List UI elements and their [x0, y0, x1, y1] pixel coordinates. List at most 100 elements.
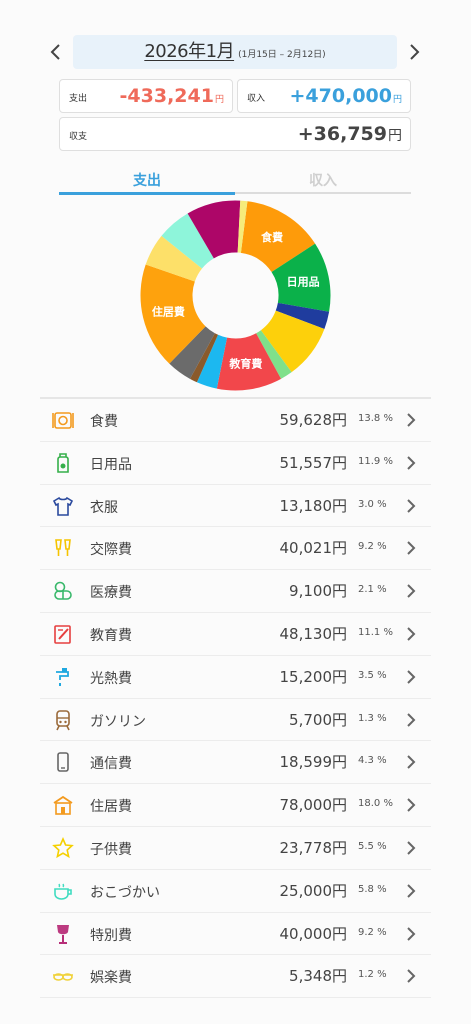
- category-name: 医療費: [90, 585, 132, 602]
- chevron-right-icon[interactable]: [405, 712, 417, 728]
- balance-amount: +36,759: [297, 123, 387, 145]
- category-name: 住居費: [90, 799, 132, 816]
- balance-value: +36,759円: [298, 123, 402, 145]
- notebook-pencil-icon: [52, 623, 74, 645]
- category-percent: 1.3 %: [358, 712, 387, 724]
- chevron-right-icon[interactable]: [405, 498, 417, 514]
- chevron-right-icon[interactable]: [405, 412, 417, 428]
- chevron-right-icon[interactable]: [405, 626, 417, 642]
- category-amount: 40,000円: [279, 924, 348, 943]
- category-amount: 9,100円: [289, 582, 347, 601]
- category-row[interactable]: 通信費 18,599円 4.3 %: [40, 741, 431, 785]
- income-unit: 円: [392, 95, 402, 105]
- month-selector[interactable]: 2026年1月 (1月15日 – 2月12日): [73, 35, 397, 69]
- income-value: +470,000円: [290, 85, 402, 107]
- category-row[interactable]: 光熱費 15,200円 3.5 %: [40, 656, 431, 699]
- category-row[interactable]: 食費 59,628円 13.8 %: [40, 399, 431, 442]
- category-row[interactable]: 娯楽費 5,348円 1.2 %: [40, 955, 431, 999]
- chevron-right-icon[interactable]: [405, 926, 417, 942]
- category-percent: 5.8 %: [358, 883, 387, 895]
- chevron-right-icon[interactable]: [405, 754, 417, 770]
- income-label: 収入: [247, 94, 266, 104]
- expense-donut-chart: 食費日用品教育費 住居費: [140, 200, 331, 391]
- chevron-right-icon[interactable]: [405, 883, 417, 899]
- next-month-button[interactable]: [404, 41, 424, 63]
- category-name: 娯楽費: [90, 970, 132, 987]
- category-row[interactable]: 教育費 48,130円 11.1 %: [40, 613, 431, 656]
- balance-label: 収支: [69, 132, 88, 142]
- category-percent: 11.1 %: [358, 626, 393, 638]
- category-amount: 51,557円: [279, 453, 348, 472]
- category-row[interactable]: 住居費 78,000円 18.0 %: [40, 784, 431, 827]
- category-amount: 5,700円: [289, 710, 347, 729]
- category-row[interactable]: 子供費 23,778円 5.5 %: [40, 827, 431, 870]
- category-amount: 5,348円: [289, 967, 347, 986]
- category-percent: 5.5 %: [358, 840, 387, 852]
- cheers-icon: [52, 537, 74, 559]
- income-summary: 収入 +470,000円: [237, 79, 411, 113]
- category-name: おこづかい: [90, 884, 160, 901]
- chevron-right-icon[interactable]: [405, 540, 417, 556]
- coffee-cup-icon: [52, 880, 74, 902]
- category-amount: 15,200円: [279, 667, 348, 686]
- category-percent: 13.8 %: [358, 413, 393, 424]
- category-row[interactable]: 交際費 40,021円 9.2 %: [40, 527, 431, 571]
- category-row[interactable]: おこづかい 25,000円 5.8 %: [40, 870, 431, 913]
- category-name: 食費: [90, 414, 118, 430]
- category-name: 衣服: [90, 499, 118, 516]
- donut-label-9: 住居費: [152, 305, 185, 319]
- category-percent: 3.5 %: [358, 669, 387, 681]
- tab-income[interactable]: 収入: [235, 170, 411, 194]
- dining-icon: [52, 409, 74, 431]
- chevron-right-icon[interactable]: [405, 968, 417, 984]
- smartphone-icon: [52, 751, 74, 773]
- chevron-left-icon: [50, 44, 60, 60]
- balance-summary: 収支 +36,759円: [59, 117, 411, 151]
- category-amount: 48,130円: [279, 624, 348, 643]
- chevron-right-icon[interactable]: [405, 797, 417, 813]
- donut-label-1: 日用品: [287, 276, 320, 289]
- category-name: ガソリン: [90, 713, 146, 730]
- donut-label-0: 食費: [261, 230, 283, 244]
- house-icon: [52, 794, 74, 816]
- category-row[interactable]: 特別費 40,000円 9.2 %: [40, 913, 431, 956]
- expense-value: -433,241円: [120, 85, 224, 107]
- category-row[interactable]: ガソリン 5,700円 1.3 %: [40, 699, 431, 742]
- medicine-icon: [52, 580, 74, 602]
- category-row[interactable]: 衣服 13,180円 3.0 %: [40, 485, 431, 528]
- category-percent: 18.0 %: [358, 798, 393, 810]
- category-name: 特別費: [90, 927, 132, 944]
- chevron-right-icon[interactable]: [405, 583, 417, 599]
- category-amount: 40,021円: [279, 539, 348, 558]
- category-row[interactable]: 日用品 51,557円 11.9 %: [40, 442, 431, 485]
- category-percent: 9.2 %: [358, 926, 387, 938]
- expense-label: 支出: [69, 94, 88, 104]
- expense-summary: 支出 -433,241円: [59, 79, 233, 113]
- category-name: 日用品: [90, 456, 132, 473]
- chevron-right-icon[interactable]: [405, 455, 417, 471]
- category-percent: 11.9 %: [358, 455, 393, 467]
- train-icon: [52, 709, 74, 731]
- expense-unit: 円: [214, 95, 224, 105]
- chevron-right-icon[interactable]: [405, 669, 417, 685]
- category-amount: 23,778円: [279, 838, 348, 857]
- month-header: 2026年1月 (1月15日 – 2月12日): [0, 35, 471, 69]
- category-row[interactable]: 医療費 9,100円 2.1 %: [40, 570, 431, 613]
- detergent-bottle-icon: [52, 452, 74, 474]
- chevron-right-icon: [410, 44, 420, 60]
- category-percent: 2.1 %: [358, 584, 387, 596]
- category-percent: 9.2 %: [358, 541, 387, 553]
- category-name: 交際費: [90, 542, 132, 559]
- income-amount: +470,000: [289, 85, 392, 107]
- expense-amount: -433,241: [119, 85, 214, 107]
- category-percent: 3.0 %: [358, 498, 387, 510]
- category-amount: 78,000円: [279, 796, 348, 815]
- faucet-icon: [52, 666, 74, 688]
- chevron-right-icon[interactable]: [405, 840, 417, 856]
- donut-label-5: 教育費: [228, 357, 262, 371]
- prev-month-button[interactable]: [46, 41, 66, 63]
- category-name: 子供費: [90, 841, 132, 858]
- category-name: 通信費: [90, 756, 132, 773]
- tab-expense[interactable]: 支出: [59, 170, 235, 195]
- category-amount: 59,628円: [279, 411, 348, 429]
